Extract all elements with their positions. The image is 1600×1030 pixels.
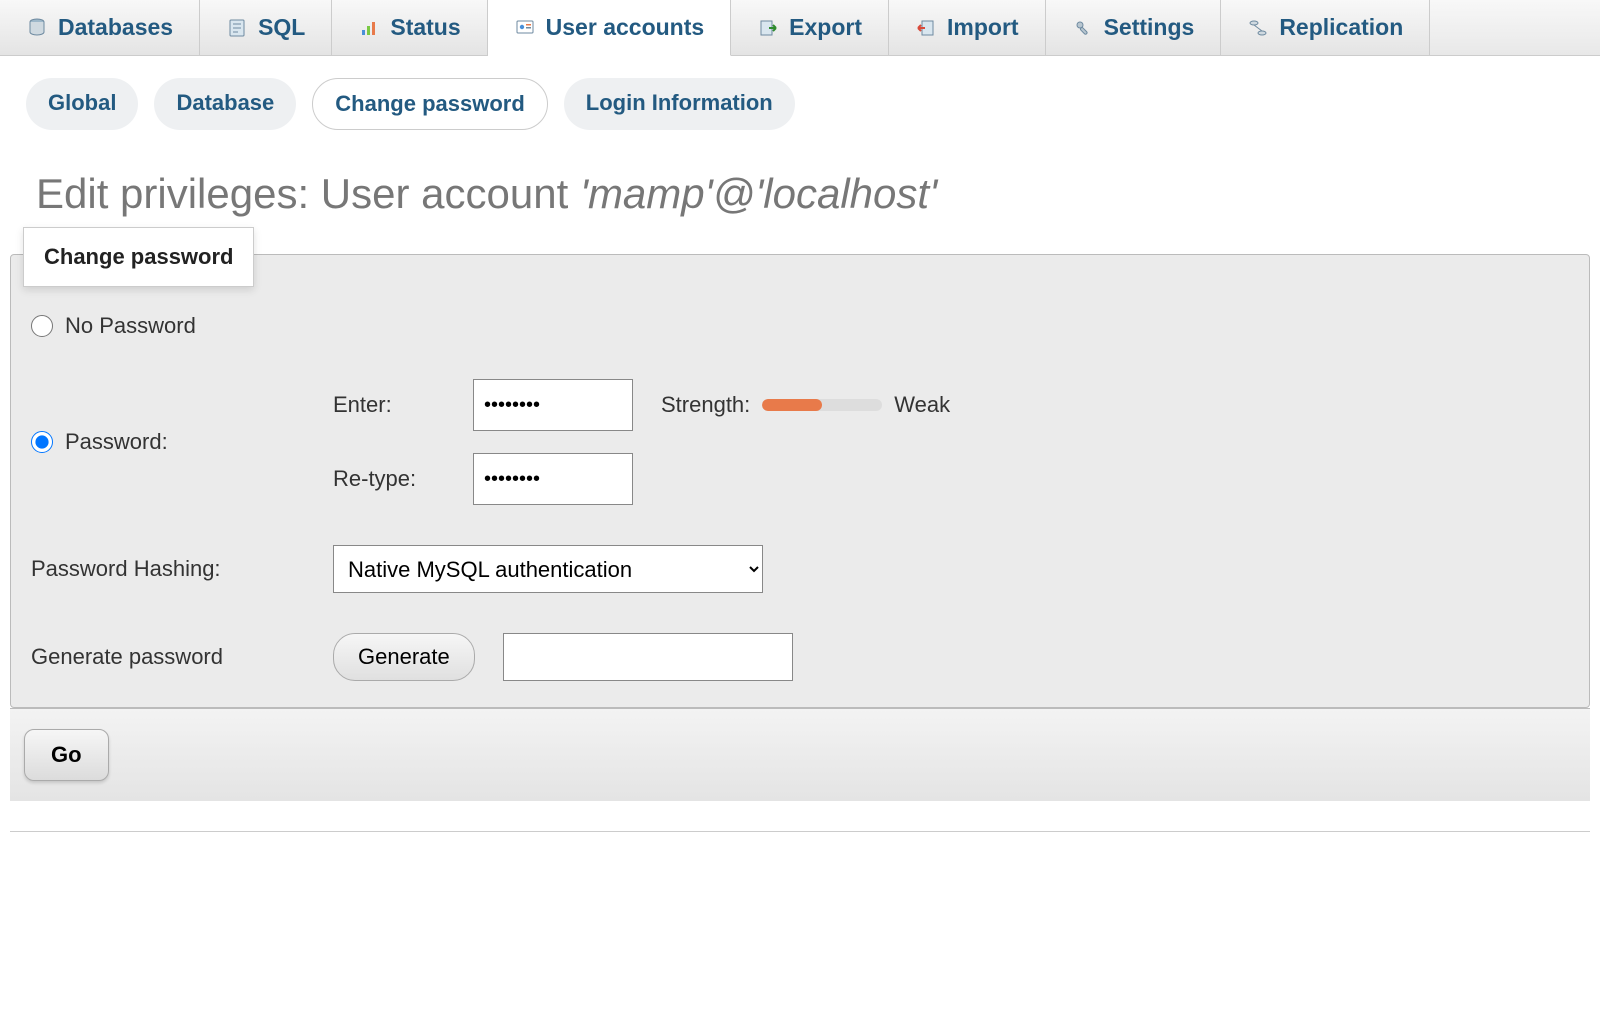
enter-label: Enter: [333,392,473,418]
tab-label: User accounts [546,14,705,41]
password-option[interactable]: Password: [31,429,168,455]
generated-password-input[interactable] [503,633,793,681]
tab-label: Export [789,14,862,41]
tab-label: Databases [58,14,173,41]
tab-settings[interactable]: Settings [1046,0,1222,55]
tab-label: Status [390,14,460,41]
hashing-label: Password Hashing: [31,556,321,582]
user-accounts-icon [514,17,536,39]
tab-import[interactable]: Import [889,0,1046,55]
status-icon [358,17,380,39]
strength-label: Strength: [661,392,750,418]
panel-legend: Change password [23,227,254,287]
tab-export[interactable]: Export [731,0,889,55]
password-radio[interactable] [31,431,53,453]
password-label: Password: [65,429,168,455]
database-icon [26,17,48,39]
retype-label: Re-type: [333,466,473,492]
generate-button[interactable]: Generate [333,633,475,681]
sub-nav: Global Database Change password Login In… [0,56,1600,142]
strength-meter [762,399,882,411]
tab-label: Import [947,14,1019,41]
tab-status[interactable]: Status [332,0,487,55]
export-icon [757,17,779,39]
bottom-bar: Go [10,708,1590,801]
sql-icon [226,17,248,39]
tab-databases[interactable]: Databases [0,0,200,55]
change-password-panel: Change password No Password Password: En… [10,254,1590,708]
hashing-select[interactable]: Native MySQL authentication [333,545,763,593]
settings-icon [1072,17,1094,39]
tab-label: Replication [1279,14,1403,41]
password-retype-input[interactable] [473,453,633,505]
divider [10,831,1590,832]
page-title-prefix: Edit privileges: User account [36,170,580,217]
generate-label: Generate password [31,644,321,670]
replication-icon [1247,17,1269,39]
tab-sql[interactable]: SQL [200,0,332,55]
no-password-option[interactable]: No Password [31,313,196,339]
password-input[interactable] [473,379,633,431]
pill-change-password[interactable]: Change password [312,78,547,130]
tab-user-accounts[interactable]: User accounts [488,0,732,56]
import-icon [915,17,937,39]
tab-replication[interactable]: Replication [1221,0,1430,55]
pill-database[interactable]: Database [154,78,296,130]
pill-login-information[interactable]: Login Information [564,78,795,130]
no-password-radio[interactable] [31,315,53,337]
tab-label: SQL [258,14,305,41]
pill-global[interactable]: Global [26,78,138,130]
no-password-label: No Password [65,313,196,339]
strength-text: Weak [894,392,950,418]
tab-label: Settings [1104,14,1195,41]
go-button[interactable]: Go [24,729,109,781]
page-title-account: 'mamp'@'localhost' [580,170,937,217]
top-nav: Databases SQL Status User accounts Expor… [0,0,1600,56]
